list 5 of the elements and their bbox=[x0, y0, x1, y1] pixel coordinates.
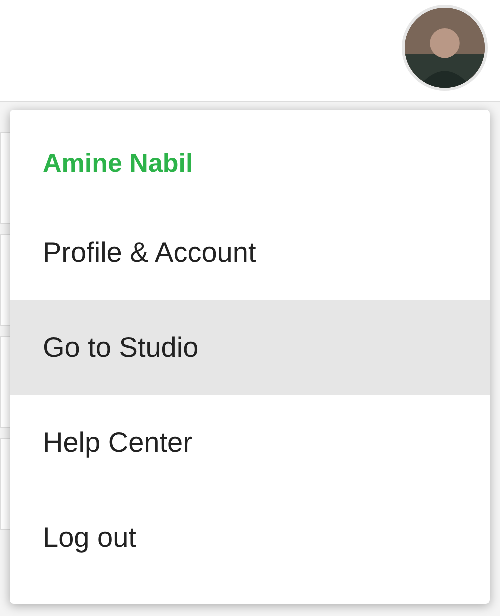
menu-item[interactable]: Help Center bbox=[10, 395, 490, 490]
user-name: Amine Nabil bbox=[42, 147, 194, 180]
menu-item[interactable]: Log out bbox=[10, 490, 490, 585]
menu-item[interactable]: Go to Studio bbox=[10, 300, 490, 395]
menu-item[interactable]: Profile & Account bbox=[10, 205, 490, 300]
